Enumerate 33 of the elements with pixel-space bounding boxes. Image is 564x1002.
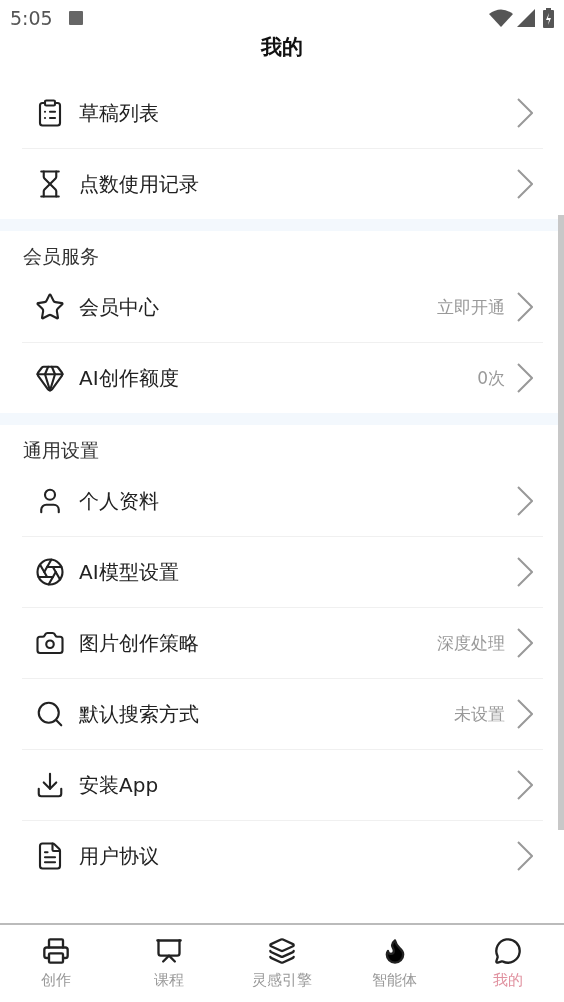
aperture-icon [33, 555, 67, 589]
menu-item[interactable]: AI创作额度 0次 [22, 343, 543, 413]
chevron-right-icon [517, 841, 533, 871]
menu-item[interactable]: 个人资料 [22, 466, 543, 537]
wifi-icon [489, 9, 513, 27]
menu-item[interactable]: 用户协议 [22, 821, 543, 891]
screen-icon [155, 937, 184, 965]
chevron-right-icon [517, 770, 533, 800]
chevron-right-icon [517, 557, 533, 587]
layers-icon [268, 937, 296, 965]
page-title: 我的 [261, 36, 303, 61]
menu-item[interactable]: 会员中心 立即开通 [22, 272, 543, 343]
notification-icon [68, 11, 83, 25]
section-title: 会员服务 [22, 244, 100, 269]
menu-item[interactable]: 图片创作策略 深度处理 [22, 608, 543, 679]
menu-item[interactable]: 点数使用记录 [22, 149, 543, 219]
chevron-right-icon [517, 363, 533, 393]
chevron-right-icon [517, 292, 533, 322]
chat-bubble-icon [493, 937, 522, 965]
menu-item[interactable]: AI模型设置 [22, 537, 543, 608]
menu-item[interactable]: 默认搜索方式 未设置 [22, 679, 543, 750]
printer-icon [42, 937, 71, 965]
chevron-right-icon [517, 169, 533, 199]
chevron-right-icon [517, 628, 533, 658]
status-time: 5:05 [10, 7, 53, 29]
chevron-right-icon [517, 699, 533, 729]
chevron-right-icon [517, 98, 533, 128]
battery-icon [543, 8, 554, 28]
menu-item[interactable]: 草稿列表 [22, 78, 543, 149]
section-title: 通用设置 [22, 438, 100, 463]
chevron-right-icon [517, 486, 533, 516]
signal-icon [517, 9, 535, 27]
menu-item[interactable]: 安装App [22, 750, 543, 821]
